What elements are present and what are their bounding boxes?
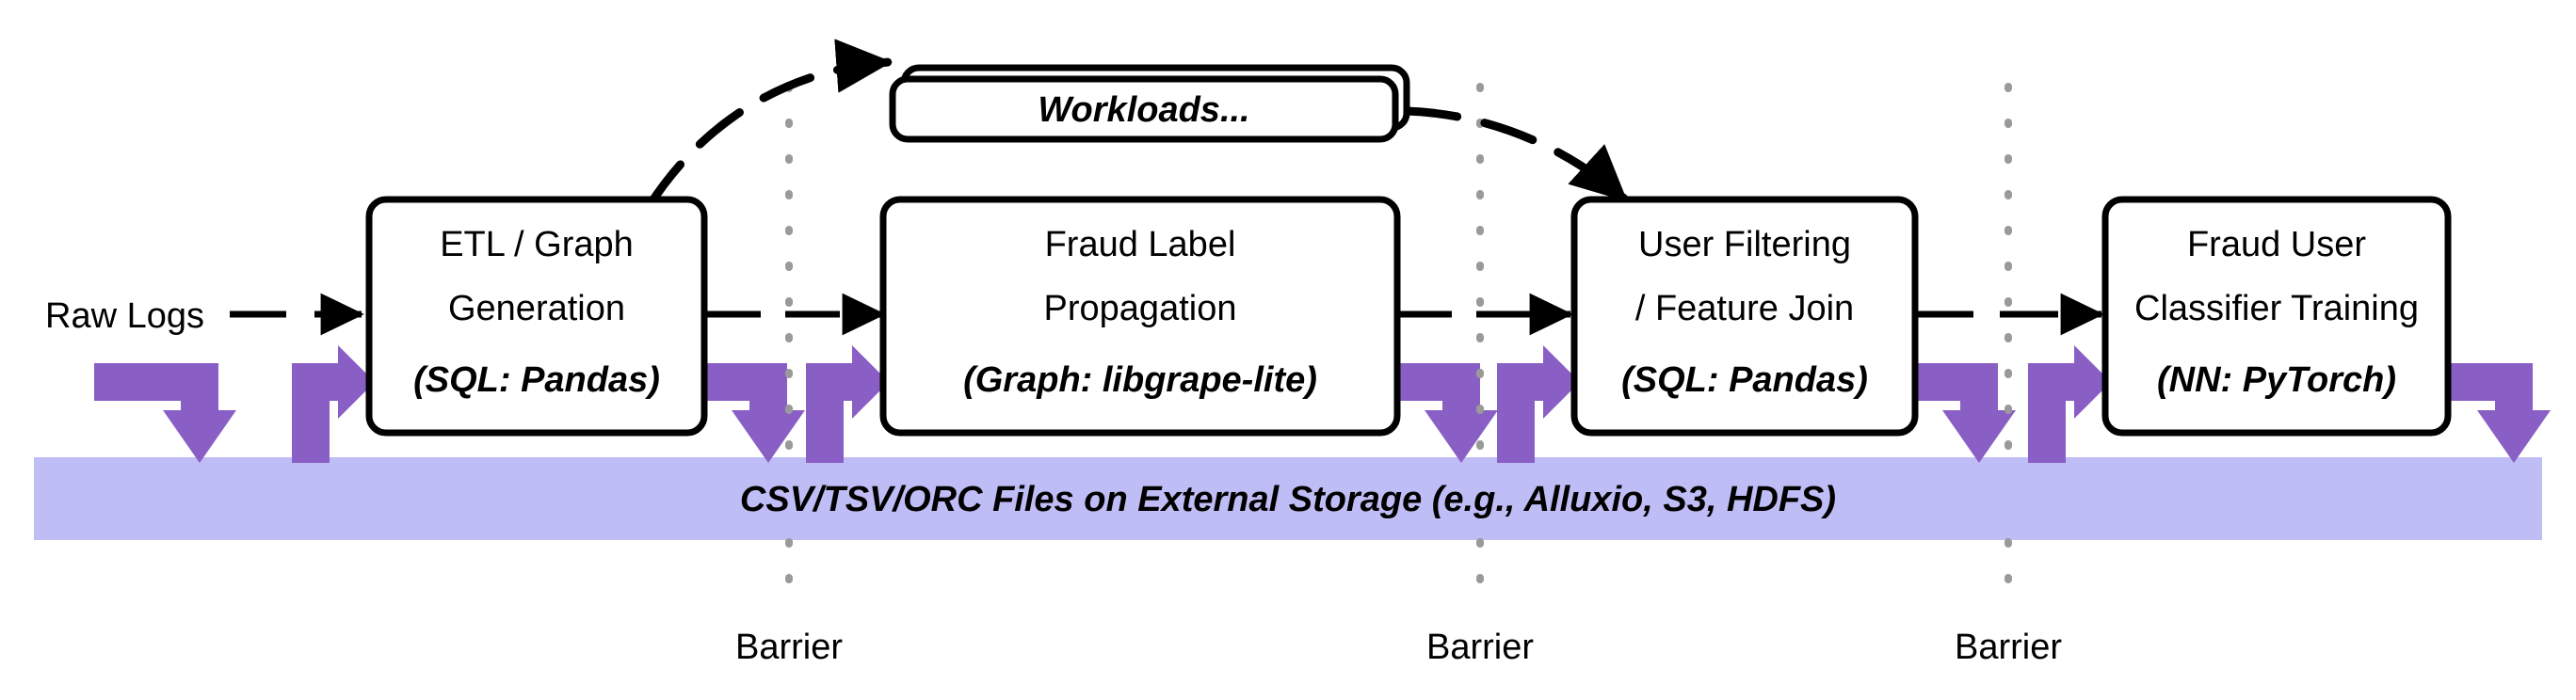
raw-logs-label: Raw Logs [45, 296, 204, 336]
barrier-labels: Barrier Barrier Barrier [735, 628, 2062, 667]
stage-title-line2-training: Classifier Training [2134, 289, 2419, 328]
storage-bar-label: CSV/TSV/ORC Files on External Storage (e… [740, 480, 1836, 519]
barrier-label-1: Barrier [735, 628, 843, 667]
diagram-canvas: CSV/TSV/ORC Files on External Storage (e… [0, 0, 2576, 700]
stage-engine-label-propagation: (Graph: libgrape-lite) [963, 360, 1317, 400]
workloads-label: Workloads... [1038, 90, 1249, 130]
stage-title-line1-filtering: User Filtering [1638, 225, 1851, 264]
barrier-label-2: Barrier [1426, 628, 1534, 667]
stage-box-training[interactable]: Fraud User Classifier Training (NN: PyTorc… [2101, 196, 2452, 437]
stage-box-propagation[interactable]: Fraud Label Propagation (Graph: libgrape-l… [879, 196, 1401, 437]
storage-read-arrow-training [2028, 345, 2111, 463]
stage-title-line2-filtering: / Feature Join [1635, 289, 1854, 328]
stage-title-line2-etl: Generation [448, 289, 625, 328]
stage-title-line1-propagation: Fraud Label [1045, 225, 1236, 264]
stage-title-line1-etl: ETL / Graph [440, 225, 634, 264]
storage-read-arrow-etl [292, 345, 375, 463]
curve-workloads-to-filtering [1402, 106, 1630, 204]
storage-write-arrow-input [94, 363, 236, 463]
barrier-label-3: Barrier [1955, 628, 2062, 667]
external-storage-layer: CSV/TSV/ORC Files on External Storage (e… [34, 457, 2542, 540]
stage-box-filtering[interactable]: User Filtering / Feature Join (SQL: Pandas… [1570, 196, 1919, 437]
stage-engine-label-etl: (SQL: Pandas) [413, 360, 660, 400]
stage-title-line2-propagation: Propagation [1044, 289, 1237, 328]
storage-read-arrow-propagation [806, 345, 889, 463]
storage-read-arrow-filtering [1497, 345, 1580, 463]
stage-box-etl[interactable]: ETL / Graph Generation (SQL: Pandas) [365, 196, 708, 437]
workloads-box[interactable]: Workloads... [889, 64, 1410, 143]
stage-title-line1-training: Fraud User [2187, 225, 2366, 264]
pipeline-diagram: CSV/TSV/ORC Files on External Storage (e… [34, 39, 2551, 667]
curve-etl-to-workloads [645, 39, 894, 210]
stage-engine-label-training: (NN: PyTorch) [2157, 360, 2396, 400]
stage-engine-label-filtering: (SQL: Pandas) [1621, 360, 1868, 400]
